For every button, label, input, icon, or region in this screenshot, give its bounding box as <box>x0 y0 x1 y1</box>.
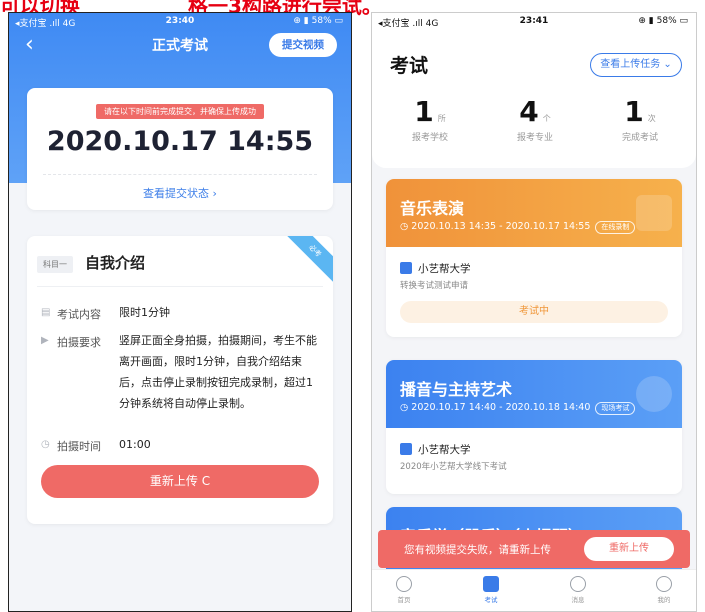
deadline-tip: 请在以下时间前完成提交，并确保上传成功 <box>96 104 264 119</box>
shooting-duration-label: 拍摄时间 <box>57 440 101 453</box>
bottom-tab-bar: 首页 考试 消息 我的 <box>372 569 696 611</box>
subject-name: 自我介绍 <box>85 254 146 272</box>
deadline-card: 请在以下时间前完成提交，并确保上传成功 2020.10.17 14:55 查看提… <box>27 88 333 210</box>
left-phone-screen: ◂支付宝 .ıll 4G 23:40 ⊕ ▮ 58% ▭ ‹ 正式考试 提交视频… <box>8 12 352 612</box>
stat-unit: 所 <box>437 114 446 123</box>
reupload-button[interactable]: 重新上传 C <box>41 465 319 498</box>
battery-indicator: ⊕ ▮ 58% ▭ <box>293 16 343 26</box>
view-submission-status-link[interactable]: 查看提交状态 › <box>27 185 333 201</box>
exam-mode-tag: 在线录制 <box>595 221 636 234</box>
shooting-duration-value: 01:00 <box>119 438 151 451</box>
submit-video-button[interactable]: 提交视频 <box>269 33 337 57</box>
status-bar: ◂支付宝 .ıll 4G 23:41 ⊕ ▮ 58% ▭ <box>372 13 696 31</box>
tab-messages[interactable]: 消息 <box>548 576 608 604</box>
battery-indicator: ⊕ ▮ 58% ▭ <box>638 16 688 26</box>
exam-content-row: ▤ 考试内容 限时1分钟 <box>41 306 321 322</box>
stat-value: 1 <box>414 95 434 128</box>
toast-message: 您有视频提交失败，请重新上传 <box>404 544 551 556</box>
top-caption: 可以切换 格一3构路进行尝试。 <box>0 0 705 18</box>
shooting-requirement-value: 竖屏正面全身拍摄，拍摄期间，考生不能离开画面，限时1分钟，自我介绍结束后，点击停… <box>119 334 317 410</box>
divider <box>37 286 323 287</box>
status-bar: ◂支付宝 .ıll 4G 23:40 ⊕ ▮ 58% ▭ <box>9 13 351 31</box>
upload-failed-toast: 您有视频提交失败，请重新上传 重新上传 <box>378 530 690 568</box>
exam-title: 音乐表演 <box>400 199 465 218</box>
document-icon: ▤ <box>41 307 51 318</box>
subject-card: 必考 科目一 自我介绍 ▤ 考试内容 限时1分钟 ▶ 拍摄要求 竖屏正面全身拍摄… <box>27 236 333 524</box>
tab-profile[interactable]: 我的 <box>634 576 694 604</box>
deadline-datetime: 2020.10.17 14:55 <box>46 126 314 157</box>
home-icon <box>396 576 412 592</box>
exam-time-text: ◷ 2020.10.13 14:35 - 2020.10.17 14:55 <box>400 221 591 232</box>
stat-label: 完成考试 <box>621 133 658 143</box>
stat-label: 报考专业 <box>516 133 553 143</box>
stat-value: 1 <box>624 95 644 128</box>
view-upload-tasks-button[interactable]: 查看上传任务 ⌄ <box>590 53 682 77</box>
exam-time: ◷ 2020.10.17 14:40 - 2020.10.18 14:40 现场考… <box>400 402 636 415</box>
stats-panel <box>372 13 696 168</box>
tab-label: 首页 <box>397 596 411 604</box>
shooting-requirement-row: ▶ 拍摄要求 竖屏正面全身拍摄，拍摄期间，考生不能离开画面，限时1分钟，自我介绍… <box>41 334 321 444</box>
shooting-duration-row: ◷ 拍摄时间 01:00 <box>41 438 321 454</box>
play-icon <box>636 195 672 231</box>
right-phone-screen: ◂支付宝 .ıll 4G 23:41 ⊕ ▮ 58% ▭ 考试 查看上传任务 ⌄… <box>371 12 697 612</box>
divider <box>43 174 317 175</box>
required-badge: 必考 <box>280 236 333 286</box>
exam-description: 转换考试测试申请 <box>400 281 469 291</box>
tab-label: 我的 <box>657 596 671 604</box>
subject-tag: 科目一 <box>37 256 73 273</box>
shooting-requirement-label: 拍摄要求 <box>57 336 101 349</box>
tab-exam[interactable]: 考试 <box>461 576 521 604</box>
stat-label: 报考学校 <box>411 133 448 143</box>
tab-label: 考试 <box>484 596 498 604</box>
video-camera-icon: ▶ <box>41 335 49 346</box>
profile-icon <box>656 576 672 592</box>
message-icon <box>570 576 586 592</box>
clock-icon: ◷ <box>41 439 50 450</box>
stat-value: 4 <box>519 95 539 128</box>
school-logo-icon <box>400 262 412 274</box>
exam-state-button[interactable]: 考试中 <box>400 301 668 323</box>
stat-majors: 4个 报考专业 <box>485 95 585 143</box>
school-row: 小艺帮大学 <box>400 442 471 457</box>
microphone-icon <box>636 376 672 412</box>
reupload-button[interactable]: 重新上传 <box>584 537 674 561</box>
tab-label: 消息 <box>571 596 585 604</box>
exam-description: 2020年小艺帮大学线下考试 <box>400 462 507 472</box>
exam-card[interactable]: 音乐表演 ◷ 2020.10.13 14:35 - 2020.10.17 14:… <box>386 179 682 337</box>
exam-content-value: 限时1分钟 <box>119 306 170 319</box>
exam-mode-tag: 现场考试 <box>595 402 636 415</box>
exam-icon <box>483 576 499 592</box>
exam-content-label: 考试内容 <box>57 308 101 321</box>
exam-title: 播音与主持艺术 <box>400 380 513 399</box>
exam-time-text: ◷ 2020.10.17 14:40 - 2020.10.18 14:40 <box>400 402 591 413</box>
stat-unit: 个 <box>542 114 551 123</box>
school-row: 小艺帮大学 <box>400 261 471 276</box>
school-name: 小艺帮大学 <box>418 263 471 275</box>
exam-card[interactable]: 播音与主持艺术 ◷ 2020.10.17 14:40 - 2020.10.18 … <box>386 360 682 494</box>
school-name: 小艺帮大学 <box>418 444 471 456</box>
stat-completed: 1次 完成考试 <box>590 95 690 143</box>
stat-unit: 次 <box>647 114 656 123</box>
stat-schools: 1所 报考学校 <box>380 95 480 143</box>
exam-time: ◷ 2020.10.13 14:35 - 2020.10.17 14:55 在线录… <box>400 221 636 234</box>
page-title: 考试 <box>390 55 429 77</box>
tab-home[interactable]: 首页 <box>374 576 434 604</box>
school-logo-icon <box>400 443 412 455</box>
